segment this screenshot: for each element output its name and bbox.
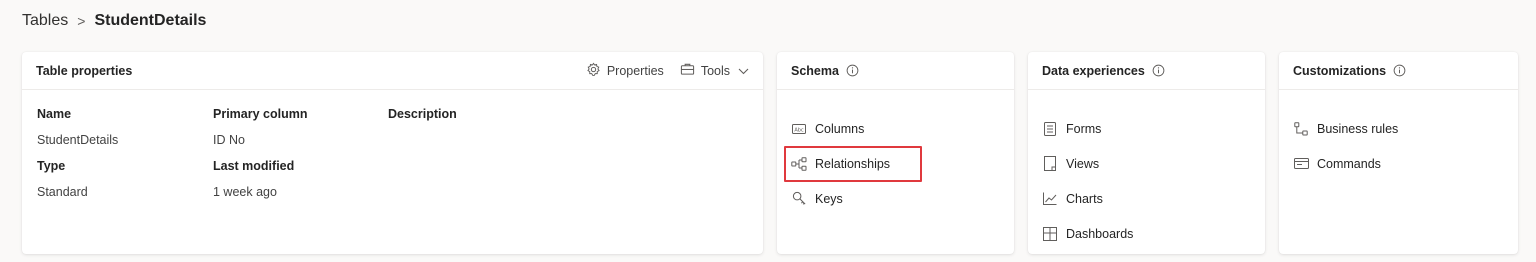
key-icon (791, 191, 807, 207)
data-item-label: Charts (1066, 191, 1103, 206)
schema-item-relationships[interactable]: Relationships (784, 146, 1014, 182)
columns-icon: Abc (791, 121, 807, 137)
commands-icon (1293, 156, 1309, 172)
data-item-forms[interactable]: Forms (1042, 111, 1265, 146)
schema-item-keys[interactable]: Keys (791, 181, 1014, 216)
primary-column-value: ID No (213, 133, 245, 147)
data-item-label: Forms (1066, 121, 1102, 136)
custom-item-business-rules[interactable]: Business rules (1293, 111, 1518, 146)
name-value: StudentDetails (37, 133, 119, 147)
type-value: Standard (37, 185, 88, 199)
customizations-card: Customizations Business rules Commands (1279, 52, 1518, 254)
tools-button-label: Tools (700, 63, 730, 78)
table-properties-card: Table properties Properties Tools Name S… (22, 52, 763, 254)
view-icon (1042, 156, 1058, 172)
toolbox-icon (680, 62, 695, 79)
schema-title: Schema (791, 63, 839, 78)
type-label: Type (37, 159, 66, 173)
custom-item-label: Commands (1317, 156, 1381, 171)
chart-icon (1042, 191, 1058, 207)
schema-list: Abc Columns Relationships Keys (777, 90, 1014, 216)
form-icon (1042, 121, 1058, 137)
data-experiences-card: Data experiences Forms Views Charts Dash… (1028, 52, 1265, 254)
data-experiences-header: Data experiences (1028, 52, 1265, 90)
data-item-charts[interactable]: Charts (1042, 181, 1265, 216)
breadcrumb-separator: > (77, 13, 86, 29)
properties-button[interactable]: Properties (586, 62, 664, 80)
primary-column-label: Primary column (213, 107, 308, 121)
svg-text:Abc: Abc (794, 127, 804, 133)
properties-button-label: Properties (606, 63, 664, 78)
data-item-views[interactable]: Views (1042, 146, 1265, 181)
data-experiences-list: Forms Views Charts Dashboards (1028, 90, 1265, 251)
last-modified-value: 1 week ago (213, 185, 277, 199)
dashboard-icon (1042, 226, 1058, 242)
schema-card: Schema Abc Columns Relationships Keys (777, 52, 1014, 254)
breadcrumb: Tables > StudentDetails (22, 10, 206, 32)
customizations-title: Customizations (1293, 63, 1387, 78)
breadcrumb-tables-link[interactable]: Tables (22, 12, 68, 30)
gear-icon (586, 62, 601, 80)
table-properties-header: Table properties Properties Tools (22, 52, 763, 90)
table-properties-title: Table properties (36, 63, 133, 78)
customizations-header: Customizations (1279, 52, 1518, 90)
highlight-box (784, 146, 922, 182)
info-icon[interactable] (1152, 64, 1165, 77)
business-rules-icon (1293, 121, 1309, 137)
data-experiences-title: Data experiences (1042, 63, 1145, 78)
table-properties-actions: Properties Tools (586, 62, 749, 80)
name-label: Name (37, 107, 72, 121)
chevron-down-icon (738, 64, 749, 78)
schema-item-label: Keys (815, 191, 843, 206)
last-modified-label: Last modified (213, 159, 295, 173)
tools-button[interactable]: Tools (680, 62, 749, 79)
info-icon[interactable] (1393, 64, 1406, 77)
breadcrumb-current: StudentDetails (94, 12, 207, 29)
data-item-dashboards[interactable]: Dashboards (1042, 216, 1265, 251)
description-label: Description (388, 107, 457, 121)
schema-header: Schema (777, 52, 1014, 90)
schema-item-label: Columns (815, 121, 865, 136)
info-icon[interactable] (846, 64, 859, 77)
schema-item-columns[interactable]: Abc Columns (791, 111, 1014, 146)
data-item-label: Views (1066, 156, 1100, 171)
custom-item-label: Business rules (1317, 121, 1399, 136)
customizations-list: Business rules Commands (1279, 90, 1518, 181)
data-item-label: Dashboards (1066, 226, 1134, 241)
custom-item-commands[interactable]: Commands (1293, 146, 1518, 181)
